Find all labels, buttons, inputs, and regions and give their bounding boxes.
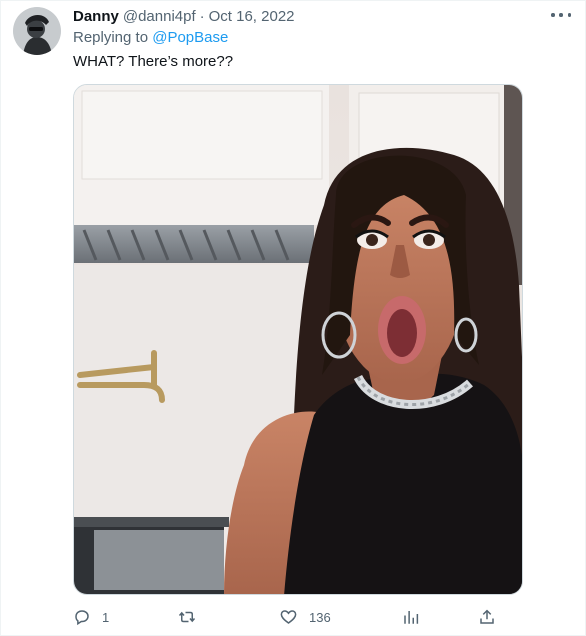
analytics-icon bbox=[404, 611, 419, 624]
reply-icon bbox=[75, 610, 89, 626]
display-name[interactable]: Danny bbox=[73, 8, 119, 25]
retweet-icon bbox=[178, 611, 196, 623]
separator-dot: · bbox=[199, 7, 205, 25]
tweet-actions-bar: 1 136 bbox=[73, 605, 513, 629]
like-count: 136 bbox=[309, 609, 331, 625]
replying-to-line: Replying to @PopBase bbox=[73, 29, 573, 50]
heart-icon bbox=[280, 610, 297, 624]
retweet-button[interactable] bbox=[177, 605, 208, 629]
analytics-button[interactable] bbox=[402, 605, 420, 629]
tweet-card[interactable]: Danny @danni4pf · Oct 16, 2022 Replying … bbox=[0, 0, 586, 636]
share-button[interactable] bbox=[478, 605, 496, 629]
share-icon bbox=[480, 609, 494, 624]
tweet-date[interactable]: Oct 16, 2022 bbox=[209, 8, 295, 25]
tweet-text: WHAT? There’s more?? bbox=[73, 53, 234, 70]
replying-to-mention[interactable]: @PopBase bbox=[152, 29, 228, 46]
reply-button[interactable]: 1 bbox=[73, 605, 109, 629]
user-handle[interactable]: @danni4pf bbox=[123, 8, 196, 25]
like-button[interactable]: 136 bbox=[279, 605, 331, 629]
tweet-media-photo[interactable] bbox=[73, 84, 523, 595]
avatar-image bbox=[13, 7, 61, 55]
photo-of-shocked-woman-in-kitchen bbox=[74, 85, 522, 594]
avatar[interactable] bbox=[13, 7, 61, 55]
tweet-body: Danny @danni4pf · Oct 16, 2022 Replying … bbox=[73, 5, 573, 72]
more-options-icon[interactable] bbox=[551, 9, 571, 21]
reply-count: 1 bbox=[102, 609, 110, 625]
tweet-header: Danny @danni4pf · Oct 16, 2022 bbox=[73, 5, 573, 27]
replying-to-prefix: Replying to bbox=[73, 29, 149, 46]
